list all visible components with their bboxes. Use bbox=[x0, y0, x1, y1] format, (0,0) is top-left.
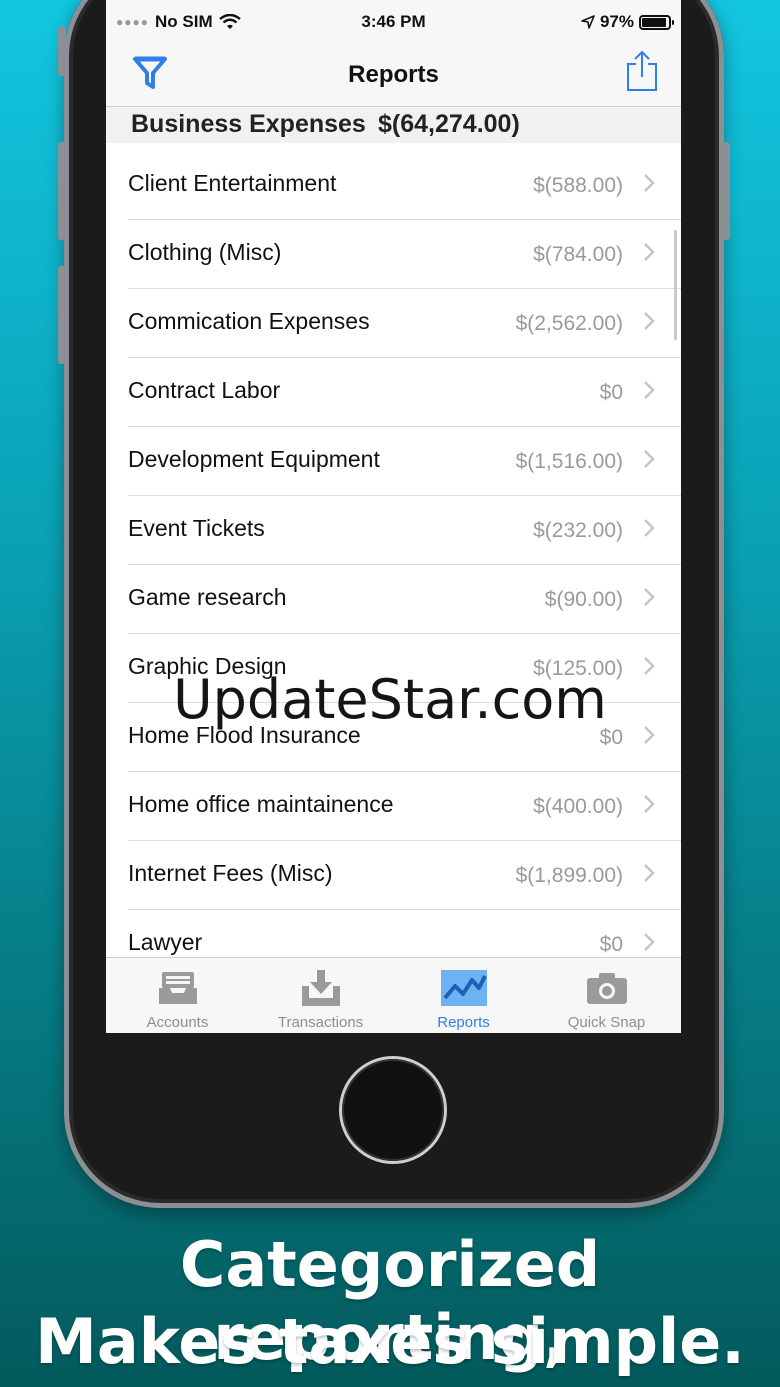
chevron-right-icon bbox=[644, 588, 655, 606]
category-amount: $0 bbox=[599, 726, 623, 749]
chevron-right-icon bbox=[644, 381, 655, 399]
chevron-right-icon bbox=[644, 174, 655, 192]
volume-down-button bbox=[58, 266, 66, 364]
list-item[interactable]: Graphic Design $(125.00) bbox=[128, 633, 681, 702]
category-amount: $(1,516.00) bbox=[515, 450, 623, 473]
battery-icon bbox=[639, 14, 674, 30]
list-item[interactable]: Client Entertainment $(588.00) bbox=[128, 151, 681, 219]
tray-icon bbox=[158, 972, 197, 1004]
caption-line-2: Makes taxes simple. bbox=[35, 1305, 745, 1378]
list-item[interactable]: Event Tickets $(232.00) bbox=[128, 495, 681, 564]
tab-label: Quick Snap bbox=[567, 1014, 646, 1031]
volume-up-button bbox=[58, 142, 66, 240]
chevron-right-icon bbox=[644, 933, 655, 951]
chart-line-icon bbox=[440, 970, 487, 1006]
category-list: Client Entertainment $(588.00) Clothing … bbox=[106, 151, 681, 978]
tab-reports[interactable]: Reports bbox=[392, 958, 535, 1033]
category-amount: $(1,899.00) bbox=[515, 864, 623, 887]
category-label: Contract Labor bbox=[128, 377, 281, 403]
category-amount: $(125.00) bbox=[533, 657, 623, 680]
section-title: Business Expenses bbox=[131, 110, 366, 138]
category-label: Home Flood Insurance bbox=[128, 722, 361, 748]
scroll-indicator[interactable] bbox=[674, 230, 677, 340]
tab-bar: Accounts Transactions Reports Quick Snap bbox=[106, 957, 681, 1033]
chevron-right-icon bbox=[644, 864, 655, 882]
camera-icon bbox=[586, 973, 627, 1004]
tab-transactions[interactable]: Transactions bbox=[249, 958, 392, 1033]
list-item[interactable]: Clothing (Misc) $(784.00) bbox=[128, 219, 681, 288]
power-button bbox=[722, 142, 730, 240]
category-label: Client Entertainment bbox=[128, 170, 337, 196]
category-amount: $(2,562.00) bbox=[515, 312, 623, 335]
category-label: Game research bbox=[128, 584, 287, 610]
chevron-right-icon bbox=[644, 726, 655, 744]
category-amount: $(232.00) bbox=[533, 519, 623, 542]
share-icon[interactable] bbox=[625, 50, 659, 92]
category-label: Graphic Design bbox=[128, 653, 287, 679]
list-item[interactable]: Game research $(90.00) bbox=[128, 564, 681, 633]
chevron-right-icon bbox=[644, 450, 655, 468]
location-arrow-icon bbox=[581, 15, 595, 29]
chevron-right-icon bbox=[644, 312, 655, 330]
section-header: Business Expenses $(64,274.00) bbox=[106, 107, 681, 143]
category-amount: $(784.00) bbox=[533, 243, 623, 266]
section-total: $(64,274.00) bbox=[378, 110, 520, 138]
tab-label: Transactions bbox=[277, 1014, 364, 1031]
tab-accounts[interactable]: Accounts bbox=[106, 958, 249, 1033]
chevron-right-icon bbox=[644, 243, 655, 261]
app-screen: ●●●● No SIM 3:46 PM 97% Reports Business… bbox=[106, 0, 681, 1033]
list-item[interactable]: Home office maintainence $(400.00) bbox=[128, 771, 681, 840]
list-item[interactable]: Home Flood Insurance $0 bbox=[128, 702, 681, 771]
category-label: Lawyer bbox=[128, 929, 203, 955]
category-label: Internet Fees (Misc) bbox=[128, 860, 333, 886]
tab-quick-snap[interactable]: Quick Snap bbox=[535, 958, 678, 1033]
page-title: Reports bbox=[348, 61, 439, 88]
list-item[interactable]: Commication Expenses $(2,562.00) bbox=[128, 288, 681, 357]
category-label: Home office maintainence bbox=[128, 791, 394, 817]
list-item[interactable]: Internet Fees (Misc) $(1,899.00) bbox=[128, 840, 681, 909]
list-item[interactable]: Development Equipment $(1,516.00) bbox=[128, 426, 681, 495]
home-button[interactable] bbox=[342, 1059, 444, 1161]
category-amount: $(400.00) bbox=[533, 795, 623, 818]
category-label: Development Equipment bbox=[128, 446, 380, 472]
category-label: Clothing (Misc) bbox=[128, 239, 282, 265]
tab-label: Reports bbox=[437, 1014, 490, 1031]
battery-percent: 97% bbox=[599, 12, 634, 31]
category-amount: $0 bbox=[599, 933, 623, 956]
status-bar: ●●●● No SIM 3:46 PM 97% bbox=[106, 0, 681, 44]
download-tray-icon bbox=[301, 970, 340, 1006]
mute-switch bbox=[58, 26, 66, 76]
category-amount: $(90.00) bbox=[544, 588, 623, 611]
nav-bar: Reports bbox=[106, 44, 681, 107]
chevron-right-icon bbox=[644, 657, 655, 675]
chevron-right-icon bbox=[644, 795, 655, 813]
category-label: Event Tickets bbox=[128, 515, 265, 541]
list-item[interactable]: Contract Labor $0 bbox=[128, 357, 681, 426]
category-label: Commication Expenses bbox=[128, 308, 370, 334]
category-amount: $0 bbox=[599, 381, 623, 404]
chevron-right-icon bbox=[644, 519, 655, 537]
tab-label: Accounts bbox=[146, 1014, 209, 1031]
category-amount: $(588.00) bbox=[533, 174, 623, 197]
